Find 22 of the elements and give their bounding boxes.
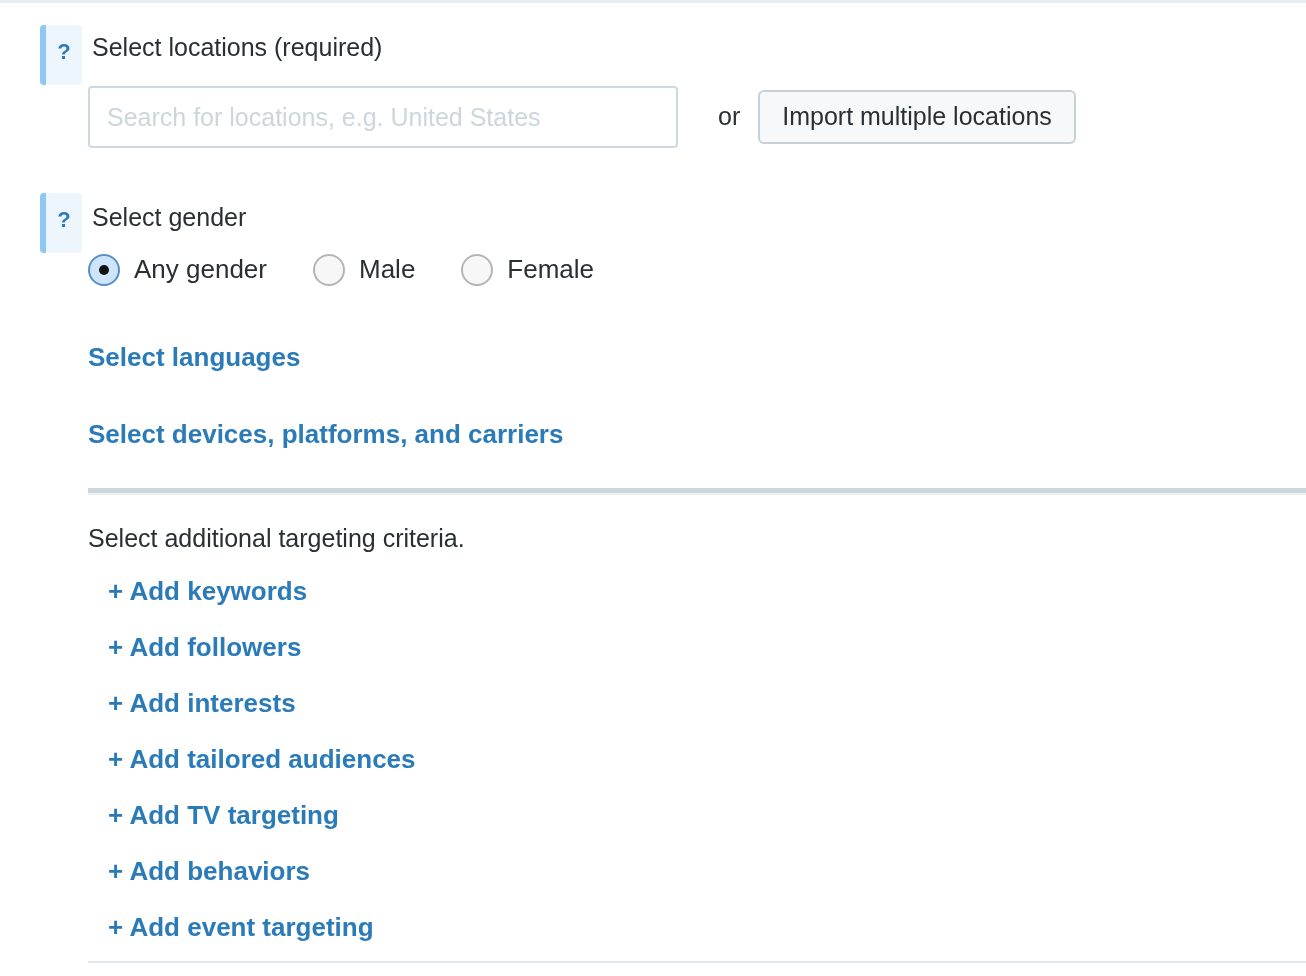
add-criteria-link[interactable]: + Add interests — [108, 687, 296, 719]
add-criteria-link[interactable]: + Add tailored audiences — [108, 743, 416, 775]
section-title: Select additional targeting criteria. — [88, 524, 465, 552]
add-criteria-link[interactable]: + Add TV targeting — [108, 799, 339, 831]
help-tab[interactable]: ? — [40, 25, 82, 85]
radio-label: Male — [359, 253, 416, 286]
import-locations-button[interactable]: Import multiple locations — [758, 90, 1076, 144]
link[interactable]: Select languages — [88, 341, 301, 373]
radio-button[interactable] — [313, 253, 345, 286]
radio-label: Any gender — [134, 253, 267, 286]
add-criteria-link[interactable]: + Add followers — [108, 631, 302, 663]
add-criteria-link[interactable]: + Add event targeting — [108, 911, 374, 943]
or-text: or — [718, 101, 741, 133]
add-criteria-link[interactable]: + Add behaviors — [108, 855, 311, 887]
link[interactable]: Select devices, platforms, and carriers — [88, 418, 564, 450]
radio-button[interactable] — [88, 253, 120, 286]
section-title: Select gender — [92, 202, 248, 233]
help-tab[interactable]: ? — [40, 193, 82, 253]
radio-button[interactable] — [461, 253, 494, 286]
radio-label: Female — [507, 253, 595, 286]
section-title: Select locations (required) — [92, 32, 384, 63]
add-criteria-link[interactable]: + Add keywords — [108, 575, 308, 607]
